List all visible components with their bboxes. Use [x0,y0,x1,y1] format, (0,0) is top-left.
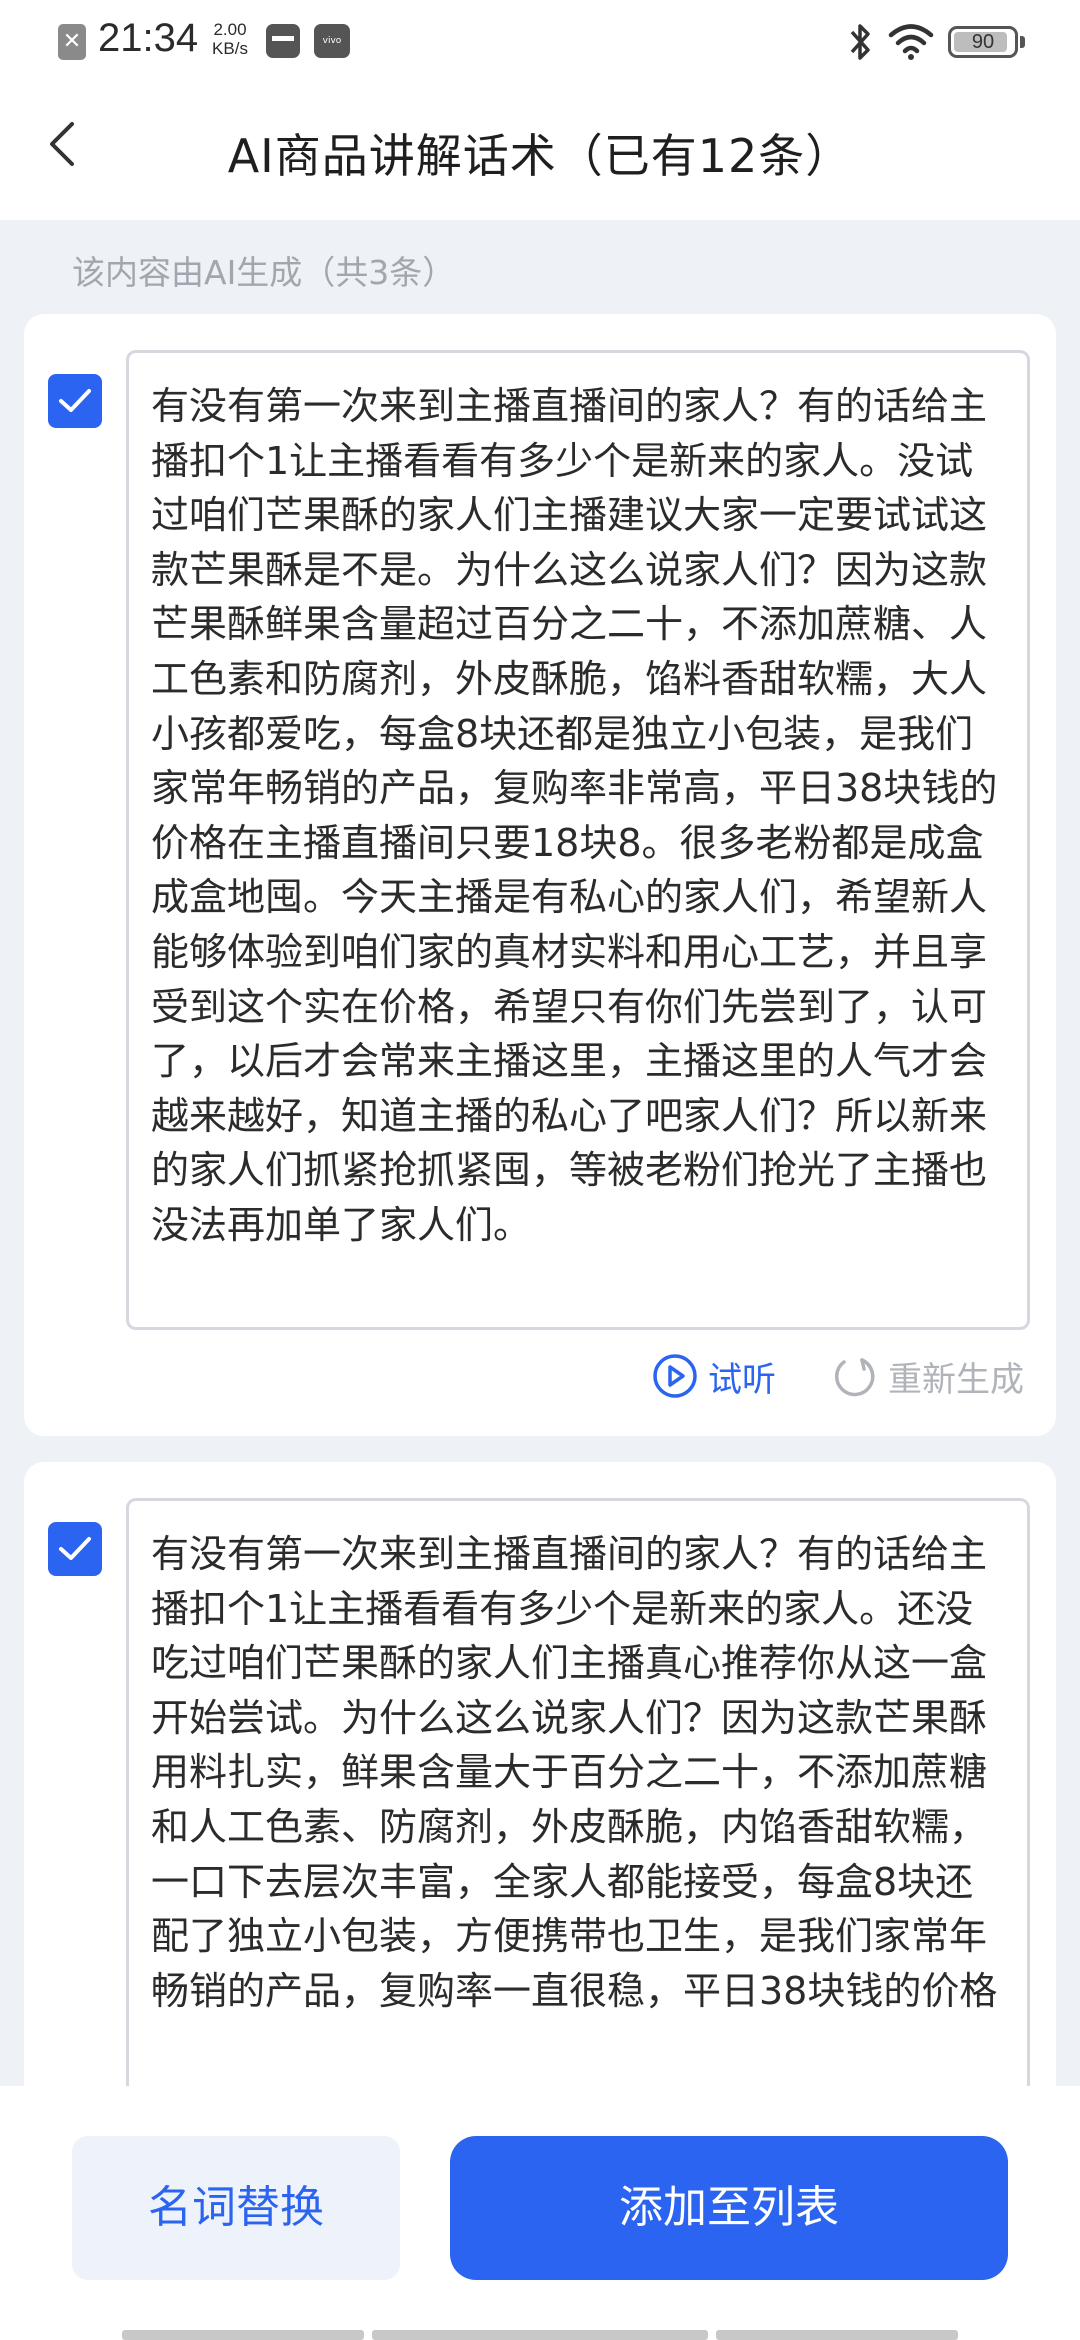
script-checkbox[interactable] [48,1522,102,1576]
page-header: AI商品讲解话术（已有12条） [0,84,1080,220]
preview-button[interactable]: 试听 [652,1346,776,1406]
nav-hint [122,2330,364,2340]
bluetooth-icon [850,24,870,60]
add-to-list-button[interactable]: 添加至列表 [450,2136,1008,2280]
nav-hint [716,2330,958,2340]
nav-hint [372,2330,708,2340]
preview-label: 试听 [708,1359,776,1400]
vivo-icon: vivo [314,24,350,58]
wifi-icon [888,24,934,60]
bottom-action-bar: 名词替换 添加至列表 [0,2086,1080,2340]
card-icon [266,24,300,58]
script-checkbox[interactable] [48,374,102,428]
term-replace-button[interactable]: 名词替换 [72,2136,400,2280]
battery-icon: 90 [948,26,1018,58]
play-circle-icon [653,1354,697,1398]
refresh-icon [834,1358,875,1397]
notification-x-icon: ✕ [58,24,86,60]
network-speed-unit: KB/s [212,39,248,58]
status-time: 21:34 [98,16,199,60]
script-card: 有没有第一次来到主播直播间的家人？有的话给主播扣个1让主播看看有多少个是新来的家… [24,314,1056,1436]
page-title: AI商品讲解话术（已有12条） [227,129,853,183]
regenerate-label: 重新生成 [888,1359,1024,1400]
script-textarea[interactable]: 有没有第一次来到主播直播间的家人？有的话给主播扣个1让主播看看有多少个是新来的家… [126,350,1030,1330]
battery-tip [1020,36,1025,48]
check-icon [59,389,91,412]
check-icon [59,1537,91,1560]
status-bar: ✕ 21:34 2.00 KB/s vivo 90 [0,0,1080,84]
ai-generated-note: 该内容由AI生成（共3条） [72,253,456,292]
network-speed: 2.00 KB/s [206,20,254,58]
battery-level-text: 90 [971,31,995,53]
regenerate-button[interactable]: 重新生成 [832,1346,1024,1406]
network-speed-value: 2.00 [213,20,247,39]
